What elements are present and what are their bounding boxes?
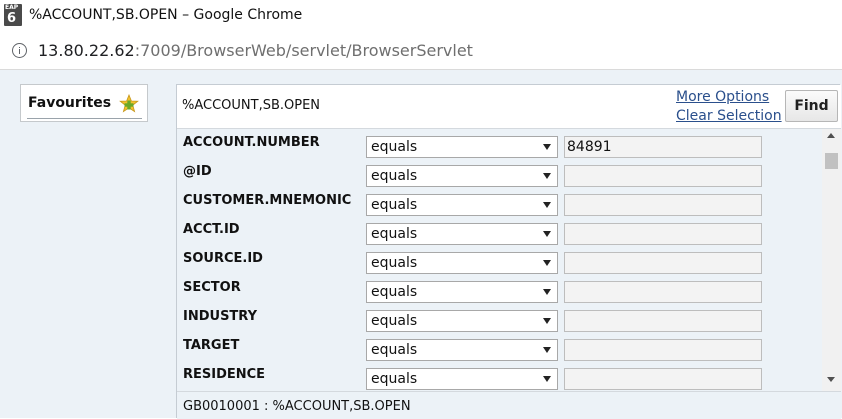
operator-select[interactable]: equals (366, 194, 558, 216)
value-input[interactable] (564, 194, 762, 216)
selection-row: RESIDENCE equals (177, 361, 822, 390)
operator-select[interactable]: equals (366, 252, 558, 274)
operator-select[interactable]: equals (366, 136, 558, 158)
selection-row: CUSTOMER.MNEMONIC equals (177, 187, 822, 216)
selection-row: SECTOR equals (177, 274, 822, 303)
address-bar[interactable]: 13.80.22.62:7009/BrowserWeb/servlet/Brow… (0, 33, 842, 70)
app-icon-bottom-text: 6 (7, 11, 17, 26)
dropdown-arrow-icon (543, 260, 551, 266)
field-label: INDUSTRY (183, 309, 258, 324)
url-host: 13.80.22.62 (38, 41, 135, 60)
operator-value: equals (371, 197, 418, 213)
dropdown-arrow-icon (543, 289, 551, 295)
scroll-down-icon[interactable] (827, 377, 835, 382)
value-input[interactable] (564, 223, 762, 245)
operator-value: equals (371, 313, 418, 329)
value-input[interactable] (564, 339, 762, 361)
scroll-up-icon[interactable] (827, 133, 835, 138)
operator-value: equals (371, 255, 418, 271)
enquiry-title: %ACCOUNT,SB.OPEN (182, 98, 321, 113)
field-label: @ID (183, 164, 212, 179)
clear-selection-link[interactable]: Clear Selection (676, 108, 782, 124)
dropdown-arrow-icon (543, 144, 551, 150)
value-input[interactable] (564, 165, 762, 187)
field-label: RESIDENCE (183, 367, 266, 382)
field-label: TARGET (183, 338, 240, 353)
operator-select[interactable]: equals (366, 368, 558, 390)
add-favourite-icon[interactable] (119, 94, 139, 114)
dropdown-arrow-icon (543, 202, 551, 208)
operator-select[interactable]: equals (366, 223, 558, 245)
field-label: CUSTOMER.MNEMONIC (183, 193, 352, 208)
window-title-bar: EAP 6 %ACCOUNT,SB.OPEN – Google Chrome (0, 0, 842, 33)
value-input[interactable] (564, 368, 762, 390)
status-text: GB0010001 : %ACCOUNT,SB.OPEN (183, 399, 411, 414)
info-icon[interactable] (12, 43, 27, 58)
eap-app-icon: EAP 6 (4, 4, 22, 26)
find-button[interactable]: Find (785, 90, 838, 122)
operator-value: equals (371, 226, 418, 242)
value-input[interactable]: 84891 (564, 136, 762, 158)
selection-criteria-list: ACCOUNT.NUMBER equals 84891 @ID equals C… (177, 129, 822, 391)
selection-row: ACCOUNT.NUMBER equals 84891 (177, 129, 822, 158)
value-input[interactable] (564, 252, 762, 274)
dropdown-arrow-icon (543, 376, 551, 382)
dropdown-arrow-icon (543, 318, 551, 324)
url-text[interactable]: 13.80.22.62:7009/BrowserWeb/servlet/Brow… (38, 41, 473, 60)
value-input[interactable] (564, 310, 762, 332)
status-bar: GB0010001 : %ACCOUNT,SB.OPEN (177, 391, 841, 419)
operator-value: equals (371, 284, 418, 300)
field-label: ACCOUNT.NUMBER (183, 135, 320, 150)
dropdown-arrow-icon (543, 173, 551, 179)
vertical-scrollbar[interactable] (822, 129, 841, 391)
operator-select[interactable]: equals (366, 310, 558, 332)
operator-value: equals (371, 371, 418, 387)
field-label: SOURCE.ID (183, 251, 263, 266)
more-options-link[interactable]: More Options (676, 89, 769, 105)
selection-row: SOURCE.ID equals (177, 245, 822, 274)
enquiry-header: %ACCOUNT,SB.OPEN More Options Clear Sele… (177, 85, 841, 129)
operator-select[interactable]: equals (366, 339, 558, 361)
dropdown-arrow-icon (543, 347, 551, 353)
operator-select[interactable]: equals (366, 281, 558, 303)
url-path: :7009/BrowserWeb/servlet/BrowserServlet (134, 41, 473, 60)
field-label: SECTOR (183, 280, 241, 295)
window-title: %ACCOUNT,SB.OPEN – Google Chrome (29, 7, 303, 23)
operator-select[interactable]: equals (366, 165, 558, 187)
selection-row: ACCT.ID equals (177, 216, 822, 245)
scroll-thumb[interactable] (825, 153, 838, 169)
page-content: Favourites %ACCOUNT,SB.OPEN More Options… (0, 70, 842, 419)
selection-row: @ID equals (177, 158, 822, 187)
favourites-label: Favourites (28, 95, 112, 111)
favourites-underline (27, 118, 142, 119)
selection-row: TARGET equals (177, 332, 822, 361)
field-label: ACCT.ID (183, 222, 240, 237)
selection-row: INDUSTRY equals (177, 303, 822, 332)
operator-value: equals (371, 168, 418, 184)
operator-value: equals (371, 342, 418, 358)
enquiry-selection-panel: %ACCOUNT,SB.OPEN More Options Clear Sele… (176, 84, 841, 419)
favourites-panel[interactable]: Favourites (20, 84, 148, 122)
operator-value: equals (371, 139, 418, 155)
value-input[interactable] (564, 281, 762, 303)
dropdown-arrow-icon (543, 231, 551, 237)
